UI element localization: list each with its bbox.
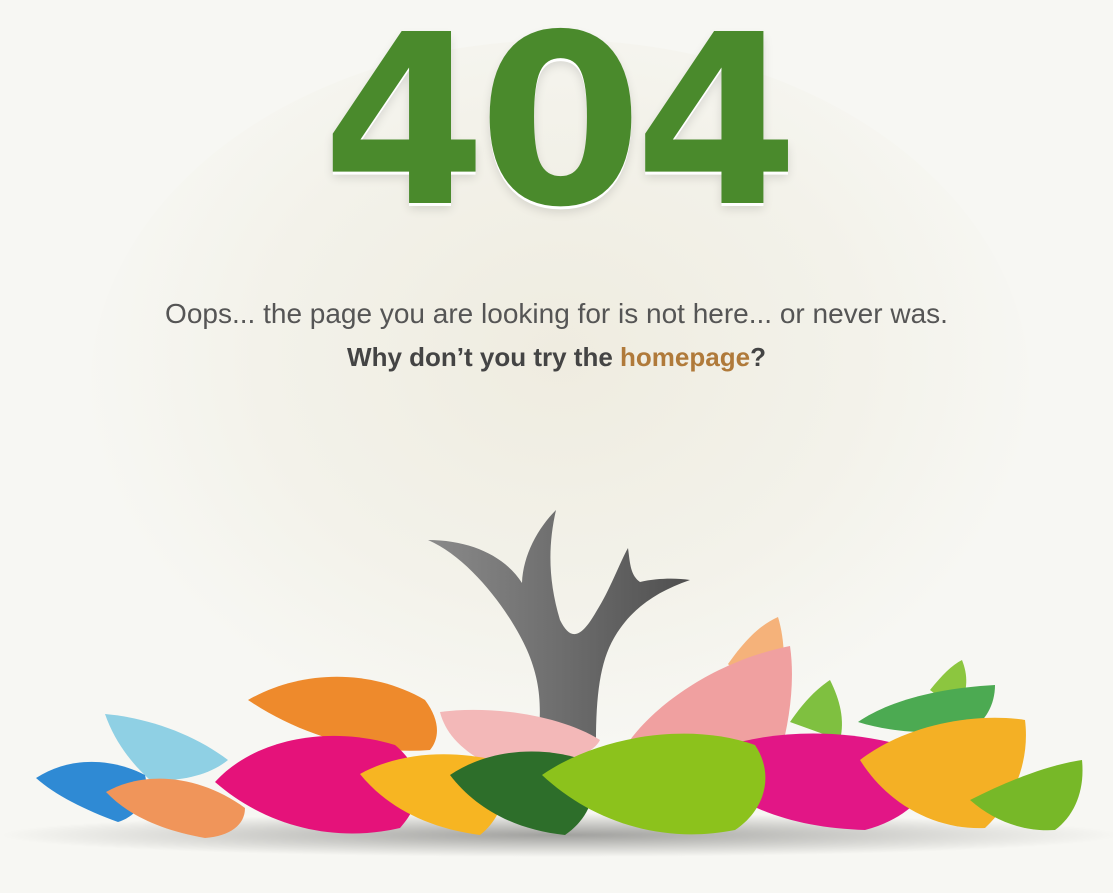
tree-trunk	[428, 510, 690, 742]
homepage-link[interactable]: homepage	[620, 342, 750, 372]
suggestion-suffix: ?	[750, 342, 766, 372]
homepage-suggestion: Why don’t you try the homepage?	[0, 340, 1113, 374]
leaf	[790, 680, 842, 740]
error-code: 404	[322, 0, 799, 259]
error-message: Oops... the page you are looking for is …	[165, 298, 948, 329]
bare-tree-in-leaf-pile-icon	[0, 510, 1113, 857]
suggestion-prefix: Why don’t you try the	[347, 342, 621, 372]
